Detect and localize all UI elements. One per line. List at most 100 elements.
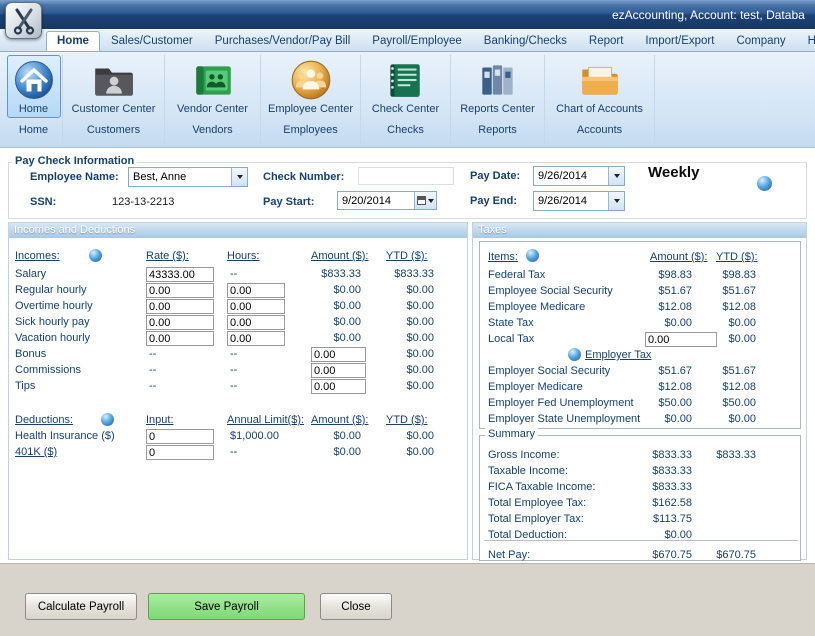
tax-label: Employee Social Security bbox=[488, 285, 613, 297]
overtime-hourly-rate-input[interactable] bbox=[146, 299, 214, 314]
tax-row-employer-medicare: Employer Medicare$12.08$12.08 bbox=[480, 380, 800, 396]
income-label: Vacation hourly bbox=[15, 332, 90, 344]
tab-home[interactable]: Home bbox=[46, 31, 100, 51]
tips-amount-input[interactable] bbox=[311, 379, 366, 394]
check-center-icon bbox=[382, 59, 428, 101]
commissions-amount-input[interactable] bbox=[311, 363, 366, 378]
reports-center-button[interactable]: Reports Center bbox=[454, 55, 541, 118]
tax-ytd-value: $98.83 bbox=[710, 269, 756, 281]
app-logo-icon bbox=[11, 7, 37, 35]
vendor-center-button[interactable]: Vendor Center bbox=[171, 55, 254, 118]
overtime-hourly-hours-input[interactable] bbox=[227, 299, 285, 314]
summary-row-total-employee-tax: Total Employee Tax:$162.58 bbox=[480, 496, 800, 512]
tab-company[interactable]: Company bbox=[725, 31, 796, 51]
health-insurance-input[interactable] bbox=[146, 429, 214, 444]
local-tax-input[interactable] bbox=[645, 332, 717, 347]
tab-banking-checks[interactable]: Banking/Checks bbox=[473, 31, 578, 51]
home-button[interactable]: Home bbox=[7, 55, 61, 118]
ytd-value: $0.00 bbox=[388, 446, 434, 458]
pay-end-select[interactable]: 9/26/2014 bbox=[533, 191, 625, 211]
tax-amount-value: $51.67 bbox=[630, 365, 692, 377]
tax-row-employer-state-unemployment: Employer State Unemployment$0.00$0.00 bbox=[480, 412, 800, 428]
summary-row-total-employer-tax: Total Employer Tax:$113.75 bbox=[480, 512, 800, 528]
income-row-salary: Salary--$833.33$833.33 bbox=[9, 267, 467, 283]
home-icon bbox=[13, 59, 55, 101]
employee-name-dropdown-button[interactable] bbox=[231, 168, 247, 186]
pay-start-datepicker[interactable]: 9/20/2014 bbox=[337, 191, 437, 210]
pay-date-value: 9/26/2014 bbox=[534, 170, 608, 182]
chevron-down-icon bbox=[614, 174, 620, 178]
help-globe-icon[interactable] bbox=[757, 176, 772, 191]
summary-rows: Gross Income:$833.33$833.33Taxable Incom… bbox=[480, 436, 800, 560]
income-row-vacation-hourly: Vacation hourly$0.00$0.00 bbox=[9, 331, 467, 347]
toolbar-caption: Accounts bbox=[577, 124, 622, 136]
summary-row-gross-income: Gross Income:$833.33$833.33 bbox=[480, 448, 800, 464]
employee-name-select[interactable]: Best, Anne bbox=[128, 167, 248, 187]
tax-amount-value: $12.08 bbox=[630, 381, 692, 393]
calculate-payroll-button[interactable]: Calculate Payroll bbox=[25, 593, 137, 620]
pay-date-select[interactable]: 9/26/2014 bbox=[533, 166, 625, 186]
pay-start-value: 9/20/2014 bbox=[338, 195, 414, 207]
check-number-input[interactable] bbox=[358, 167, 454, 185]
regular-hourly-rate-input[interactable] bbox=[146, 283, 214, 298]
summary-value: $833.33 bbox=[630, 465, 692, 477]
summary-value: $113.75 bbox=[630, 513, 692, 525]
commissions-hours-value: -- bbox=[230, 364, 237, 376]
calendar-icon bbox=[417, 196, 426, 205]
tax-table: Items: Amount ($): YTD ($): Employer Tax… bbox=[479, 241, 801, 429]
tax-row-local-tax: Local Tax$0.00 bbox=[480, 332, 800, 348]
pay-end-label: Pay End: bbox=[470, 195, 517, 207]
tax-ytd-value: $51.67 bbox=[710, 285, 756, 297]
check-center-button[interactable]: Check Center bbox=[366, 55, 445, 118]
vacation-hourly-hours-input[interactable] bbox=[227, 331, 285, 346]
tab-import-export[interactable]: Import/Export bbox=[634, 31, 725, 51]
close-button[interactable]: Close bbox=[320, 593, 392, 620]
401k-input[interactable] bbox=[146, 445, 214, 460]
chart-of-accounts-button[interactable]: Chart of Accounts bbox=[550, 55, 649, 118]
regular-hourly-hours-input[interactable] bbox=[227, 283, 285, 298]
app-menu-button[interactable] bbox=[5, 2, 42, 39]
pay-start-calendar-button[interactable] bbox=[414, 192, 436, 209]
title-bar: ezAccounting, Account: test, Databa bbox=[0, 0, 815, 29]
tax-label: Employer State Unemployment bbox=[488, 413, 640, 425]
vacation-hourly-rate-input[interactable] bbox=[146, 331, 214, 346]
tab-help[interactable]: Help bbox=[797, 31, 815, 51]
income-row-overtime-hourly: Overtime hourly$0.00$0.00 bbox=[9, 299, 467, 315]
pay-date-dropdown-button[interactable] bbox=[608, 167, 624, 185]
tax-label: Employee Medicare bbox=[488, 301, 585, 313]
bonus-amount-input[interactable] bbox=[311, 347, 366, 362]
vendor-center-icon bbox=[190, 59, 236, 101]
tab-bar: HomeSales/CustomerPurchases/Vendor/Pay B… bbox=[0, 29, 815, 52]
toolbar-caption: Vendors bbox=[192, 124, 232, 136]
commissions-rate-value: -- bbox=[149, 364, 156, 376]
tab-sales-customer[interactable]: Sales/Customer bbox=[100, 31, 204, 51]
toolbar-item-chart-of-accounts: Chart of Accounts Accounts bbox=[545, 55, 655, 147]
sick-hourly-pay-hours-input[interactable] bbox=[227, 315, 285, 330]
tax-amount-value: $98.83 bbox=[630, 269, 692, 281]
summary-ytd-value: $670.75 bbox=[710, 549, 756, 561]
check-number-label: Check Number: bbox=[263, 171, 344, 183]
pay-end-dropdown-button[interactable] bbox=[608, 192, 624, 210]
summary-label: Total Employee Tax: bbox=[488, 497, 586, 509]
tab-payroll-employee[interactable]: Payroll/Employee bbox=[361, 31, 472, 51]
ytd-value: $0.00 bbox=[388, 284, 434, 296]
ssn-value: 123-13-2213 bbox=[112, 196, 174, 208]
tab-report[interactable]: Report bbox=[578, 31, 635, 51]
toolbar-label: Employee Center bbox=[268, 103, 353, 115]
window-title: ezAccounting, Account: test, Databa bbox=[612, 8, 805, 22]
employee-center-button[interactable]: Employee Center bbox=[262, 55, 359, 118]
overtime-hourly-amount-value: $0.00 bbox=[307, 300, 361, 312]
pay-end-value: 9/26/2014 bbox=[534, 195, 608, 207]
ytd-value: $0.00 bbox=[388, 348, 434, 360]
sick-hourly-pay-rate-input[interactable] bbox=[146, 315, 214, 330]
salary-rate-input[interactable] bbox=[146, 267, 214, 282]
tax-label: Employer Social Security bbox=[488, 365, 610, 377]
income-rows: Salary--$833.33$833.33Regular hourly$0.0… bbox=[9, 223, 467, 559]
annual-limit-value: $1,000.00 bbox=[230, 430, 279, 442]
save-payroll-button[interactable]: Save Payroll bbox=[148, 593, 305, 620]
customer-center-button[interactable]: Customer Center bbox=[66, 55, 162, 118]
tax-ytd-value: $0.00 bbox=[710, 317, 756, 329]
customer-center-icon bbox=[90, 59, 136, 101]
tab-purchases-vendor-pay-bill[interactable]: Purchases/Vendor/Pay Bill bbox=[204, 31, 362, 51]
tax-row-federal-tax: Federal Tax$98.83$98.83 bbox=[480, 268, 800, 284]
